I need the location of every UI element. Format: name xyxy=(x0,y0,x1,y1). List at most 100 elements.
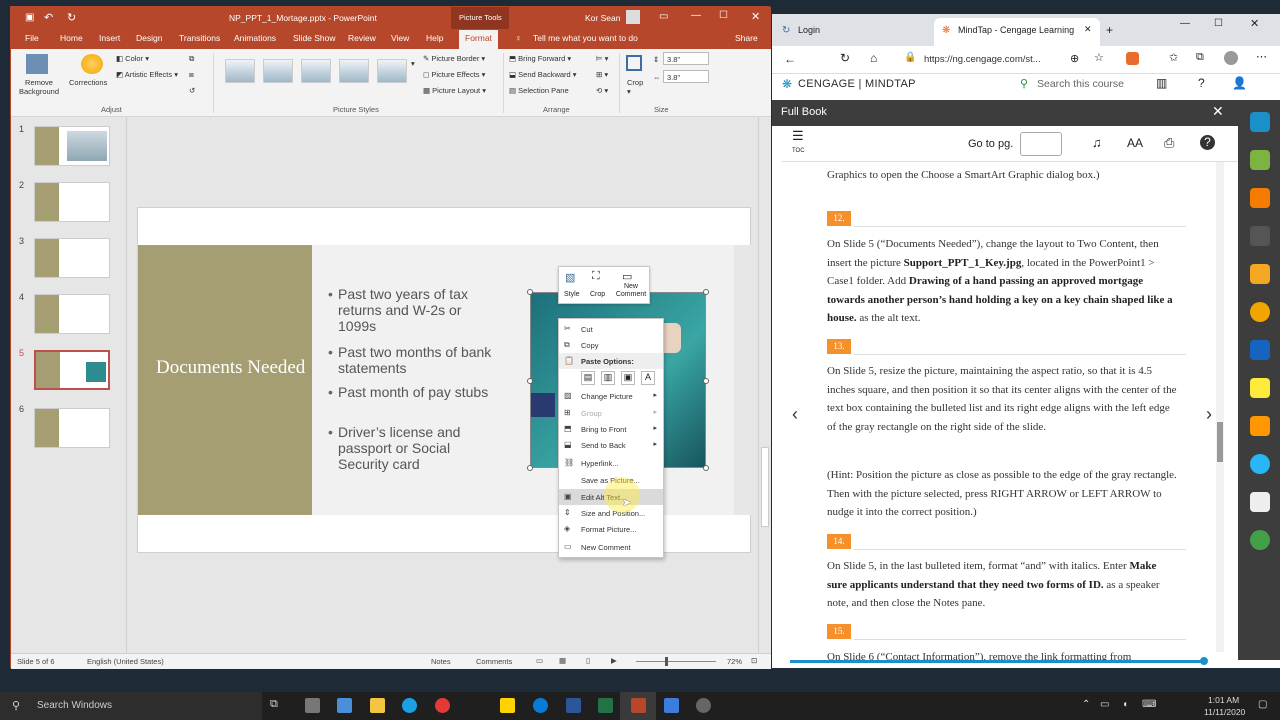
reset-picture-icon[interactable]: ↺ xyxy=(189,86,195,95)
excel-icon[interactable] xyxy=(598,698,613,713)
width-input[interactable]: 3.8" xyxy=(663,70,709,83)
star-icon[interactable]: ☆ xyxy=(1094,51,1104,64)
rss-icon[interactable] xyxy=(1250,188,1270,208)
gradebook-icon[interactable]: ▥ xyxy=(1156,76,1167,90)
zoom-slider-thumb[interactable] xyxy=(665,657,668,666)
menu-item-change-picture[interactable]: ▨ Change Picture ▸ xyxy=(559,388,663,404)
scroll-thumb[interactable] xyxy=(761,447,769,527)
tab-insert[interactable]: Insert xyxy=(99,33,120,43)
rotate-icon[interactable]: ⟲ ▾ xyxy=(596,86,608,95)
tell-me-search[interactable]: Tell me what you want to do xyxy=(533,33,638,43)
zoom-level[interactable]: 72% xyxy=(727,657,742,666)
tab-format[interactable]: Format xyxy=(459,30,498,49)
redo-icon[interactable]: ↻ xyxy=(67,11,76,24)
refresh-icon[interactable]: ↻ xyxy=(840,51,850,65)
tray-chevron-icon[interactable]: ⌃ xyxy=(1082,699,1090,710)
app-icon-mail[interactable] xyxy=(337,698,352,713)
paste-keep-icon[interactable]: ▤ xyxy=(581,371,595,385)
edge-icon[interactable] xyxy=(402,698,417,713)
resize-handle[interactable] xyxy=(703,378,709,384)
artistic-effects-button[interactable]: ◩ Artistic Effects ▾ xyxy=(116,70,178,79)
slide-thumb-1[interactable] xyxy=(34,126,110,166)
tab-animations[interactable]: Animations xyxy=(234,33,276,43)
tab-transitions[interactable]: Transitions xyxy=(179,33,220,43)
maximize-icon[interactable]: ☐ xyxy=(1214,18,1223,29)
app-icon-circle[interactable] xyxy=(696,698,711,713)
reading-view-icon[interactable]: ▯ xyxy=(586,656,590,665)
network-icon[interactable]: ▭ xyxy=(1100,699,1109,710)
slideshow-icon[interactable]: ▶ xyxy=(611,656,617,665)
comment-icon[interactable]: ▭ xyxy=(622,270,632,283)
close-icon[interactable]: ✕ xyxy=(751,10,760,23)
book-icon[interactable] xyxy=(1250,340,1270,360)
file-explorer-icon[interactable] xyxy=(370,698,385,713)
page-icon[interactable] xyxy=(1250,492,1270,512)
menu-item-hyperlink[interactable]: ⛓ Hyperlink... xyxy=(559,455,663,471)
bullet-item[interactable]: Driver’s license and passport or Social … xyxy=(328,424,498,472)
dictionary-icon[interactable] xyxy=(1250,264,1270,284)
picture-style-2[interactable] xyxy=(263,59,293,83)
app-icon[interactable] xyxy=(1250,530,1270,550)
resize-handle[interactable] xyxy=(527,289,533,295)
style-icon[interactable]: ▧ xyxy=(565,271,575,284)
menu-item-new-comment[interactable]: ▭ New Comment xyxy=(559,539,663,555)
picture-style-4[interactable] xyxy=(339,59,369,83)
language[interactable]: English (United States) xyxy=(87,657,164,666)
styles-more-icon[interactable]: ▾ xyxy=(411,59,415,68)
resize-handle[interactable] xyxy=(703,289,709,295)
resize-handle[interactable] xyxy=(703,465,709,471)
menu-item-send-to-back[interactable]: ⬓ Send to Back ▸ xyxy=(559,437,663,453)
zoom-slider[interactable] xyxy=(636,661,716,662)
bullet-item[interactable]: Past two years of tax returns and W-2s o… xyxy=(328,286,498,334)
browser-tab-mindtap[interactable]: ❋ MindTap - Cengage Learning ✕ xyxy=(934,18,1100,46)
undo-icon[interactable]: ↶ xyxy=(44,11,53,24)
new-tab-icon[interactable]: + xyxy=(1106,23,1113,37)
picture-style-1[interactable] xyxy=(225,59,255,83)
style-button[interactable]: Style xyxy=(564,291,580,298)
word-icon[interactable] xyxy=(566,698,581,713)
corrections-button[interactable]: Corrections xyxy=(69,78,107,87)
tab-design[interactable]: Design xyxy=(136,33,162,43)
share-button[interactable]: Share xyxy=(735,33,758,43)
notes-icon[interactable] xyxy=(1250,378,1270,398)
resize-handle[interactable] xyxy=(527,378,533,384)
height-input[interactable]: 3.8" xyxy=(663,52,709,65)
minimize-icon[interactable]: — xyxy=(1180,18,1190,29)
content-scrollbar[interactable] xyxy=(1216,162,1224,652)
maximize-icon[interactable]: ☐ xyxy=(719,10,728,21)
goto-page-input[interactable] xyxy=(1020,132,1062,156)
bullet-item[interactable]: Past month of pay stubs xyxy=(328,384,498,400)
slide-sorter-icon[interactable]: ▦ xyxy=(559,656,566,665)
close-icon[interactable]: ✕ xyxy=(1250,17,1259,30)
powerpoint-icon[interactable] xyxy=(631,698,646,713)
save-icon[interactable]: ▣ xyxy=(25,12,34,23)
briefcase-icon[interactable] xyxy=(1250,112,1270,132)
collections-icon[interactable]: ⧉ xyxy=(1196,51,1204,64)
address-bar[interactable]: https://ng.cengage.com/st... xyxy=(924,54,1041,65)
back-icon[interactable]: ← xyxy=(784,52,796,66)
change-picture-icon[interactable]: ⧈ xyxy=(189,70,194,80)
highlighter-icon[interactable] xyxy=(1250,150,1270,170)
ribbon-display-icon[interactable]: ▭ xyxy=(659,11,668,22)
zoom-icon[interactable]: ⊕ xyxy=(1070,52,1079,65)
progress-knob[interactable] xyxy=(1200,657,1208,665)
picture-effects-button[interactable]: ◻ Picture Effects ▾ xyxy=(423,70,485,79)
minimize-icon[interactable]: — xyxy=(691,10,701,21)
prev-page-icon[interactable]: ‹ xyxy=(792,404,798,425)
keyboard-icon[interactable]: ⌨ xyxy=(1142,699,1156,710)
text-size-icon[interactable]: AA xyxy=(1127,136,1143,150)
slide-thumb-5[interactable] xyxy=(34,350,110,390)
slide-title[interactable]: Documents Needed xyxy=(156,356,306,380)
readspeaker-icon[interactable] xyxy=(1250,416,1270,436)
compress-icon[interactable]: ⧉ xyxy=(189,54,194,64)
windows-search-box[interactable]: ⚲ Search Windows xyxy=(0,692,262,720)
help-icon[interactable]: ? xyxy=(1200,135,1215,150)
extension-icon[interactable] xyxy=(1126,52,1139,65)
send-backward-button[interactable]: ⬓ Send Backward ▾ xyxy=(509,70,577,79)
close-tab-icon[interactable]: ✕ xyxy=(1084,24,1092,35)
menu-item-bring-to-front[interactable]: ⬒ Bring to Front ▸ xyxy=(559,421,663,437)
avatar[interactable] xyxy=(626,10,640,24)
slide-thumb-3[interactable] xyxy=(34,238,110,278)
app-icon-chat[interactable] xyxy=(500,698,515,713)
tab-file[interactable]: File xyxy=(25,33,39,43)
